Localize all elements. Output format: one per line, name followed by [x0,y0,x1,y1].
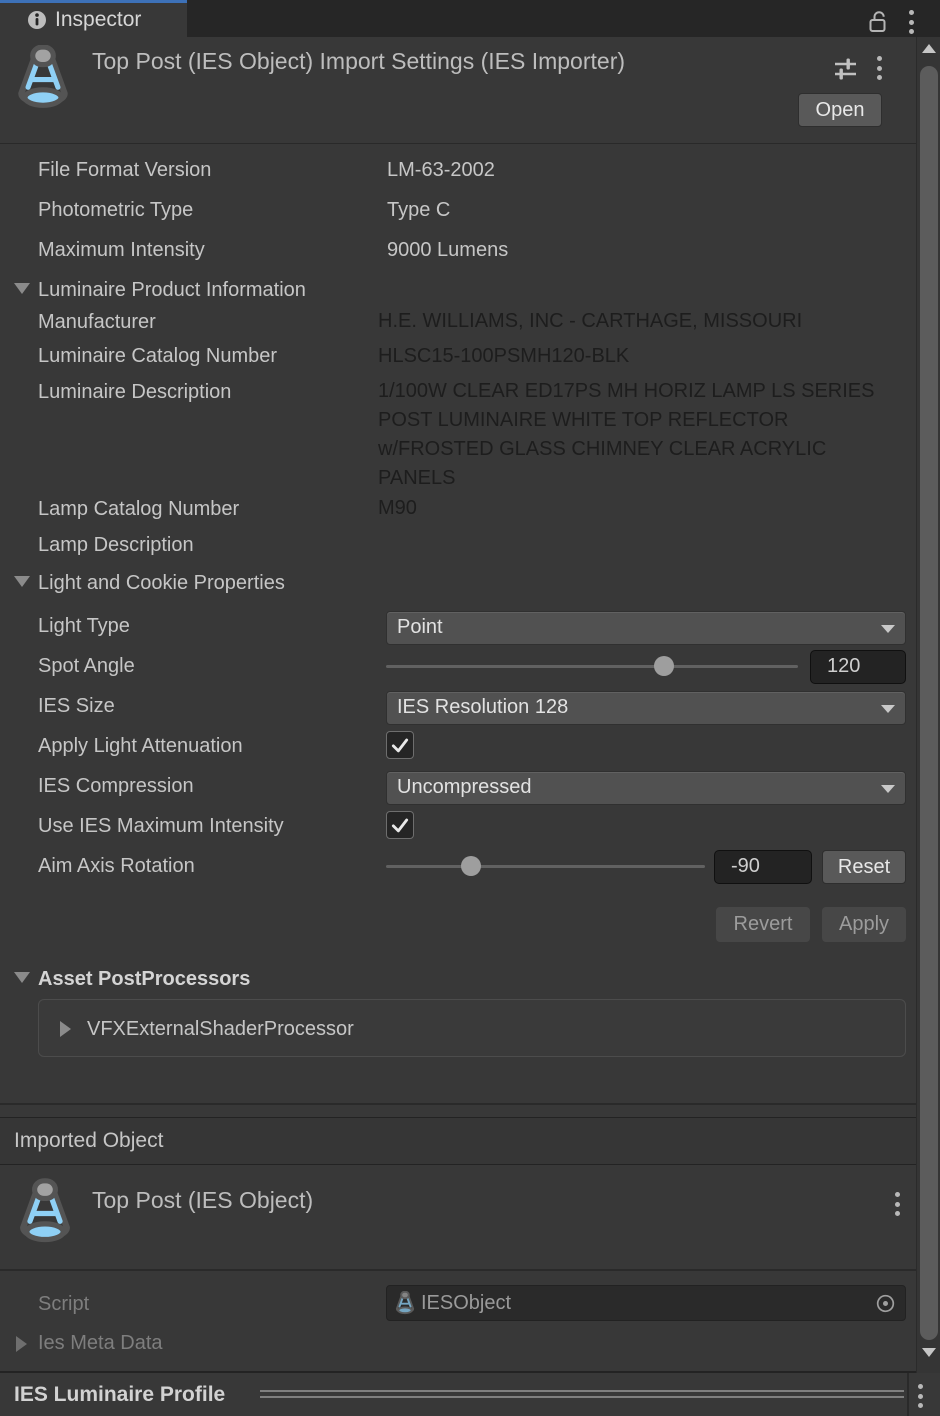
apply-attenuation-label: Apply Light Attenuation [38,733,243,760]
splitter-handle[interactable] [260,1390,904,1392]
object-picker-icon[interactable] [875,1293,896,1314]
chevron-down-icon [881,705,895,713]
inspector-window: Inspector Top Post (IES Object) Import S… [0,0,940,1416]
imported-object-bar: Imported Object [0,1117,916,1165]
chevron-down-icon [881,785,895,793]
postprocessors-box: VFXExternalShaderProcessor [38,999,906,1057]
ies-compression-dropdown[interactable]: Uncompressed [386,771,906,805]
file-format-value: LM-63-2002 [387,157,495,184]
section-divider [0,1269,916,1271]
max-intensity-value: 9000 Lumens [387,237,508,264]
preview-title: IES Luminaire Profile [14,1373,225,1416]
imported-object-title: Top Post (IES Object) [92,1187,313,1214]
ies-meta-data-label: Ies Meta Data [38,1330,163,1357]
check-icon [390,815,410,835]
lamp-description-label: Lamp Description [38,532,194,559]
revert-button[interactable]: Revert [716,907,810,942]
manufacturer-value: H.E. WILLIAMS, INC - CARTHAGE, MISSOURI [378,307,802,336]
light-section-title[interactable]: Light and Cookie Properties [38,570,285,597]
spot-angle-slider[interactable] [386,665,798,668]
photometric-label: Photometric Type [38,197,193,224]
lamp-catalog-label: Lamp Catalog Number [38,496,239,523]
chevron-down-icon [881,625,895,633]
manufacturer-label: Manufacturer [38,309,156,336]
object-kebab-menu-icon[interactable] [893,1188,902,1220]
light-type-value: Point [397,616,443,638]
ies-light-icon [18,1178,72,1253]
apply-attenuation-checkbox[interactable] [386,731,414,759]
catalog-value: HLSC15-100PSMH120-BLK [378,342,629,371]
tab-label: Inspector [55,8,141,32]
foldout-arrow-icon[interactable] [14,972,30,983]
reset-button[interactable]: Reset [822,850,906,884]
tab-bar: Inspector [0,0,940,37]
aim-axis-slider-thumb[interactable] [461,856,481,876]
script-label: Script [38,1291,89,1318]
use-max-intensity-label: Use IES Maximum Intensity [38,813,284,840]
ies-size-label: IES Size [38,693,115,720]
ies-compression-label: IES Compression [38,773,194,800]
luminaire-section-title[interactable]: Luminaire Product Information [38,277,306,304]
light-type-label: Light Type [38,613,130,640]
catalog-label: Luminaire Catalog Number [38,343,277,370]
ies-light-icon [395,1291,415,1316]
footer-divider [907,1373,909,1416]
foldout-right-icon[interactable] [60,1021,71,1037]
ies-size-value: IES Resolution 128 [397,696,568,718]
ies-light-icon [16,45,70,118]
tab-inspector[interactable]: Inspector [0,0,187,37]
spot-angle-label: Spot Angle [38,653,135,680]
max-intensity-label: Maximum Intensity [38,237,205,264]
light-type-dropdown[interactable]: Point [386,611,906,645]
foldout-arrow-icon[interactable] [14,576,30,587]
open-button[interactable]: Open [798,93,882,127]
importer-title: Top Post (IES Object) Import Settings (I… [92,48,625,75]
window-kebab-menu-icon[interactable] [907,6,916,38]
use-max-intensity-checkbox[interactable] [386,811,414,839]
scrollbar-thumb[interactable] [920,66,938,1340]
apply-button[interactable]: Apply [822,907,906,942]
ies-size-dropdown[interactable]: IES Resolution 128 [386,691,906,725]
foldout-arrow-icon[interactable] [14,283,30,294]
file-format-label: File Format Version [38,157,211,184]
description-label: Luminaire Description [38,379,231,406]
aim-axis-slider[interactable] [386,865,705,868]
section-divider [0,1103,916,1105]
spot-angle-field[interactable]: 120 [810,650,906,684]
aim-axis-field[interactable]: -90 [714,850,812,884]
ies-compression-value: Uncompressed [397,776,532,798]
description-value: 1/100W CLEAR ED17PS MH HORIZ LAMP LS SER… [378,377,890,493]
script-object-field: IESObject [386,1285,906,1321]
scroll-down-icon[interactable] [922,1348,936,1357]
preview-kebab-menu-icon[interactable] [916,1380,925,1412]
aim-axis-label: Aim Axis Rotation [38,853,195,880]
info-icon [27,10,47,30]
lamp-catalog-value: M90 [378,494,417,523]
foldout-right-icon [16,1336,27,1352]
scroll-up-icon[interactable] [922,44,936,53]
script-value: IESObject [421,1292,875,1315]
check-icon [390,735,410,755]
postprocessors-title[interactable]: Asset PostProcessors [38,966,250,993]
vertical-scrollbar[interactable] [916,37,940,1373]
presets-icon[interactable] [832,55,859,82]
unlock-icon[interactable] [867,10,889,34]
photometric-value: Type C [387,197,450,224]
importer-header: Top Post (IES Object) Import Settings (I… [0,37,916,144]
preview-header: IES Luminaire Profile [0,1373,940,1416]
splitter-handle[interactable] [260,1396,904,1398]
header-kebab-menu-icon[interactable] [875,52,884,84]
postprocessor-item[interactable]: VFXExternalShaderProcessor [87,1016,354,1043]
spot-angle-slider-thumb[interactable] [654,656,674,676]
